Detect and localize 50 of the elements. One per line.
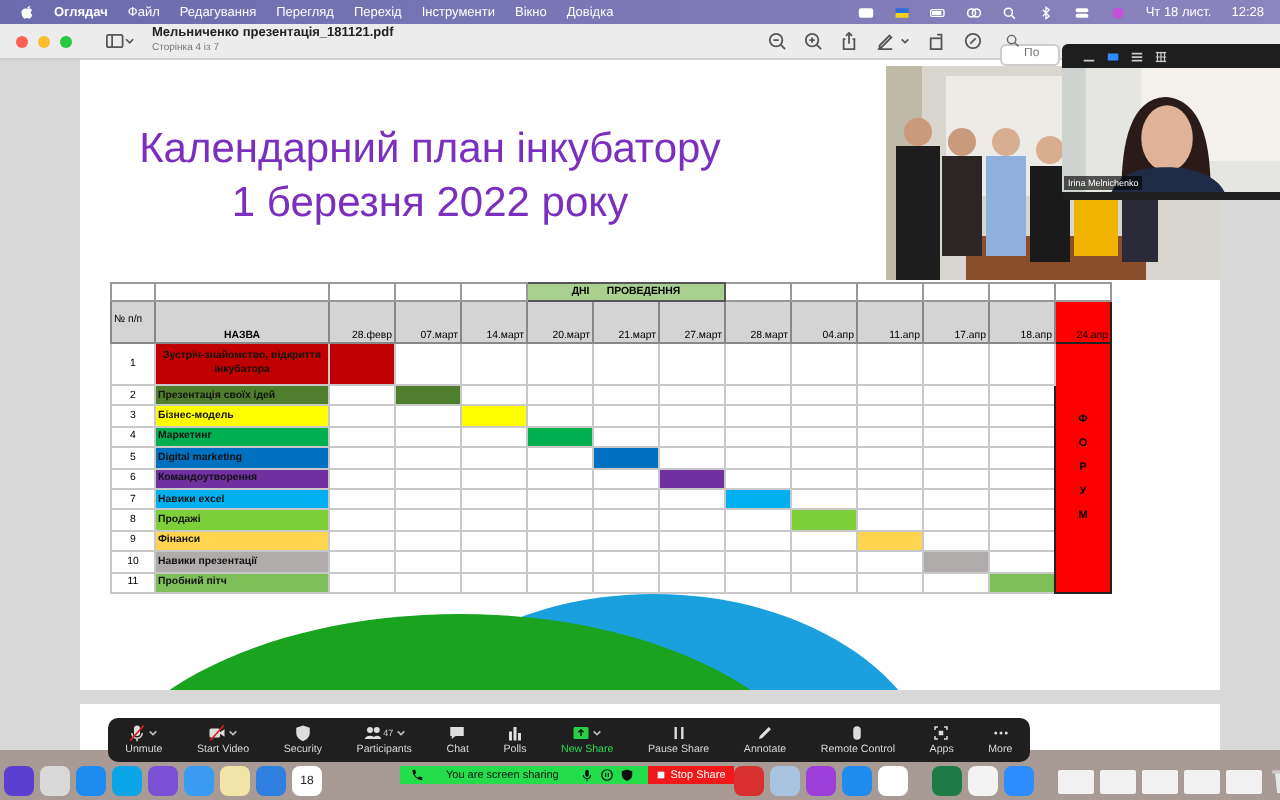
file-icon[interactable] (1184, 769, 1220, 793)
zoom-button[interactable] (60, 35, 72, 47)
markup-icon[interactable] (964, 32, 982, 50)
zoom-in-icon[interactable] (804, 32, 822, 50)
pen-icon[interactable] (876, 32, 894, 50)
microphone-icon[interactable] (580, 768, 595, 782)
app-icon[interactable] (734, 766, 764, 796)
file-icon[interactable] (1142, 769, 1178, 793)
slide-title: Календарний план інкубатору (139, 124, 721, 176)
app-icon[interactable] (932, 766, 962, 796)
bluetooth-icon[interactable] (1037, 5, 1054, 19)
caret-icon (395, 728, 406, 738)
app-icon[interactable] (148, 766, 178, 796)
minimize-button[interactable] (38, 35, 50, 47)
caret-icon (148, 728, 159, 738)
link-icon[interactable] (965, 5, 982, 19)
caret-icon (228, 728, 239, 738)
app-icon[interactable] (220, 766, 250, 796)
flag-icon[interactable] (893, 5, 910, 19)
app-icon[interactable] (40, 766, 70, 796)
speaker-view-icon[interactable] (1106, 49, 1120, 63)
apple-icon[interactable] (20, 4, 34, 20)
app-icon[interactable] (256, 766, 286, 796)
control-center-icon[interactable] (1073, 5, 1090, 19)
list-view-icon[interactable] (1130, 49, 1144, 63)
file-icon[interactable] (1226, 769, 1262, 793)
search-icon[interactable] (1001, 5, 1018, 19)
gallery-view-icon[interactable] (1154, 49, 1168, 63)
close-button[interactable] (16, 35, 28, 47)
camera-status-icon[interactable] (857, 5, 874, 19)
sidebar-icon[interactable] (106, 32, 134, 50)
caret-icon[interactable] (900, 36, 910, 46)
stop-icon (656, 770, 667, 780)
app-icon[interactable] (770, 766, 800, 796)
zoom-out-icon[interactable] (768, 32, 786, 50)
search-icon (1006, 34, 1020, 48)
app-icon[interactable] (4, 766, 34, 796)
file-icon[interactable] (1100, 769, 1136, 793)
app-icon[interactable] (968, 766, 998, 796)
battery-icon[interactable] (929, 5, 946, 19)
shield-icon[interactable] (620, 768, 635, 782)
phone-icon (410, 768, 424, 782)
share-icon[interactable] (840, 32, 858, 50)
slide-title: 1 березня 2022 року (231, 178, 629, 230)
caret-icon (592, 728, 603, 738)
app-icon[interactable] (806, 766, 836, 796)
file-icon[interactable] (1058, 769, 1094, 793)
pause-icon[interactable] (600, 768, 615, 782)
rotate-icon[interactable] (928, 32, 946, 50)
app-icon[interactable] (878, 766, 908, 796)
